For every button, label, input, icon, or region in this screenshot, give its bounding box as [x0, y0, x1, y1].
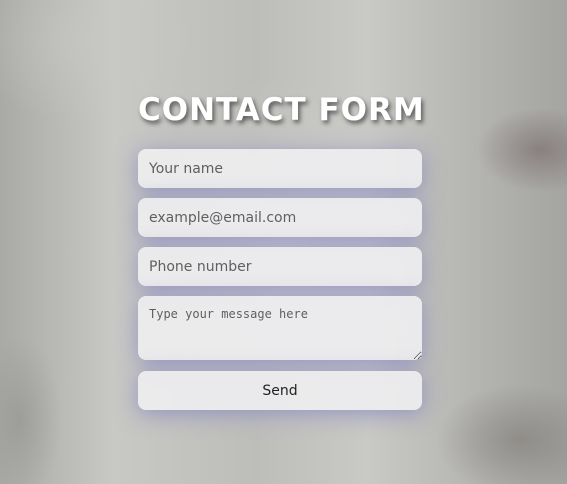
- send-button[interactable]: Send: [138, 371, 422, 410]
- contact-form: CONTACT FORM Send: [138, 92, 425, 410]
- message-textarea[interactable]: [138, 296, 422, 360]
- form-title: CONTACT FORM: [138, 92, 425, 128]
- phone-input[interactable]: [138, 247, 422, 286]
- name-input[interactable]: [138, 149, 422, 188]
- email-input[interactable]: [138, 198, 422, 237]
